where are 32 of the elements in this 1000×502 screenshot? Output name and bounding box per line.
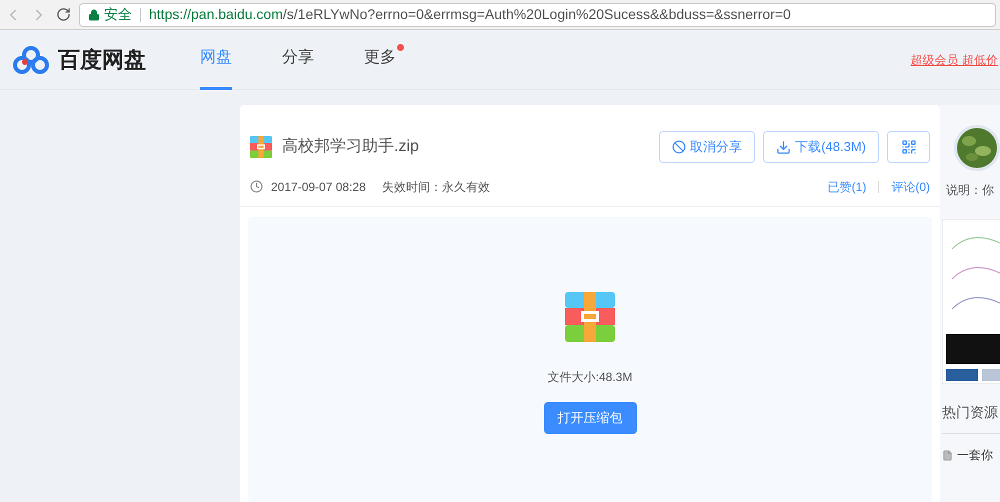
secure-label: 安全 xyxy=(104,5,132,24)
ban-icon xyxy=(672,140,686,154)
cloud-logo-icon xyxy=(12,44,50,74)
qr-code-icon xyxy=(900,139,916,155)
likes-link[interactable]: 已赞(1) xyxy=(828,178,866,196)
share-date: 2017-09-07 08:28 xyxy=(271,178,366,196)
hot-resource-item: 一套你 xyxy=(957,447,993,464)
file-icon xyxy=(942,450,953,460)
download-button[interactable]: 下载(48.3M) xyxy=(763,131,879,163)
download-icon xyxy=(776,140,792,154)
file-name: 高校邦学习助手.zip xyxy=(282,136,419,157)
logo-text: 百度网盘 xyxy=(58,46,146,74)
nav-tab[interactable]: 网盘 xyxy=(200,30,232,90)
hot-resources-title: 热门资源 xyxy=(942,403,999,422)
lock-icon xyxy=(88,8,100,20)
qr-code-button[interactable] xyxy=(887,131,930,163)
promo-link[interactable]: 超级会员 超低价 xyxy=(910,50,1000,68)
file-size: 文件大小:48.3M xyxy=(548,369,632,386)
description-text: 说明：你 xyxy=(946,182,995,199)
archive-icon xyxy=(250,136,272,158)
comments-link[interactable]: 评论(0) xyxy=(891,178,930,196)
address-bar[interactable]: 安全 https://pan.baidu.com/s/1eRLYwNo?errno=0&errmsg=Auth%20Login%20Sucess&&bduss=&ssnerror=0 xyxy=(79,2,996,26)
nav-tab[interactable]: 分享 xyxy=(282,30,314,90)
url-text: https://pan.baidu.com/s/1eRLYwNo?errno=0&errmsg=Auth%20Login%20Sucess&&bduss=&ssnerror=0 xyxy=(149,5,791,24)
open-archive-button[interactable]: 打开压缩包 xyxy=(544,402,636,434)
expiry-text: 失效时间：永久有效 xyxy=(382,178,490,196)
clock-icon xyxy=(250,180,263,193)
archive-icon xyxy=(565,292,615,342)
nav-tab[interactable]: 更多 xyxy=(364,30,396,90)
reload-icon[interactable] xyxy=(56,7,71,22)
avatar xyxy=(954,125,1000,171)
cancel-share-button[interactable]: 取消分享 xyxy=(659,131,756,163)
